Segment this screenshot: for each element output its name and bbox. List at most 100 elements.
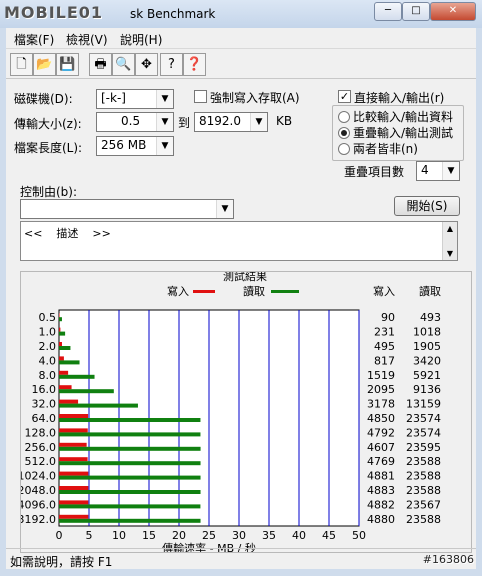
radio-neither-label: 兩者皆非(n) — [353, 142, 418, 156]
drive-value: [-k-] — [101, 91, 126, 105]
drive-label: 磁碟機(D): — [14, 92, 73, 106]
context-help-icon[interactable]: ❓ — [183, 53, 206, 76]
value-write: 4881 — [367, 470, 395, 483]
maximize-button[interactable]: □ — [402, 2, 430, 21]
watermark-id: #163806 — [422, 553, 474, 566]
scroll-up-icon[interactable]: ▲ — [443, 222, 457, 235]
value-write: 4607 — [367, 441, 395, 454]
description-scrollbar[interactable]: ▲ ▼ — [442, 222, 457, 260]
bar-write — [59, 385, 72, 390]
category-label: 256.0 — [25, 441, 57, 454]
benchmark-chart: 測試結果寫入 讀取 寫入 讀取0 5 10 15 20 25 30 35 40 45 50傳輸速率 - M… — [21, 272, 441, 552]
bar-read — [59, 403, 138, 408]
print-preview-icon[interactable]: 🔍 — [112, 53, 135, 76]
window-title: sk Benchmark — [130, 7, 216, 21]
radio-compare-io-label: 比較輸入/輸出資料 — [353, 110, 454, 124]
start-button[interactable]: 開始(S) — [394, 196, 460, 216]
save-icon[interactable]: 💾 — [56, 53, 79, 76]
bar-read — [59, 374, 95, 379]
description-text: << 描述 >> — [24, 227, 111, 240]
close-button[interactable]: ✕ — [430, 2, 476, 21]
force-write-label: 強制寫入存取(A) — [210, 91, 300, 105]
file-length-select[interactable]: 256 MB ▼ — [96, 136, 174, 156]
value-read: 9136 — [413, 383, 441, 396]
bar-write — [59, 356, 64, 361]
radio-compare-io[interactable] — [338, 111, 350, 123]
scroll-down-icon[interactable]: ▼ — [443, 247, 457, 260]
menu-file[interactable]: 檔案(F) — [14, 31, 54, 48]
queue-depth-label: 重疊項目數 — [344, 165, 405, 179]
legend-read-swatch — [271, 290, 299, 293]
x-tick-label: 15 — [142, 529, 156, 542]
controlled-by-select[interactable]: ▼ — [20, 199, 234, 219]
x-tick-label: 45 — [322, 529, 336, 542]
value-read: 23588 — [406, 455, 441, 468]
bar-read — [59, 504, 201, 509]
value-read: 23588 — [406, 470, 441, 483]
direct-io-checkbox[interactable]: ✓ — [338, 90, 351, 103]
x-tick-label: 30 — [232, 529, 246, 542]
bar-write — [59, 370, 69, 375]
x-tick-label: 40 — [292, 529, 306, 542]
radio-overlapped-io[interactable] — [338, 127, 350, 139]
column-header-write: 寫入 — [373, 284, 395, 298]
x-tick-label: 20 — [172, 529, 186, 542]
value-write: 4883 — [367, 484, 395, 497]
chevron-down-icon[interactable]: ▼ — [156, 113, 173, 131]
bar-read — [59, 461, 201, 466]
menu-bar: 檔案(F) 檢視(V) 說明(H) — [6, 28, 476, 49]
value-write: 4880 — [367, 513, 395, 526]
io-mode-group: 比較輸入/輸出資料 重疊輸入/輸出測試 兩者皆非(n) — [332, 105, 464, 161]
bar-write — [59, 313, 60, 318]
value-write: 4792 — [367, 426, 395, 439]
bar-read — [59, 418, 201, 422]
legend-write-swatch — [193, 290, 215, 293]
bar-write — [59, 327, 61, 332]
new-file-icon[interactable]: 🗋 — [10, 53, 33, 76]
category-label: 32.0 — [32, 398, 57, 411]
status-help-text: 如需說明，請按 F1 — [10, 555, 113, 569]
force-write-checkbox[interactable] — [194, 90, 207, 103]
chevron-down-icon[interactable]: ▼ — [442, 162, 459, 180]
x-tick-label: 0 — [56, 529, 63, 542]
category-label: 4096.0 — [21, 498, 56, 511]
chevron-down-icon[interactable]: ▼ — [156, 137, 173, 155]
menu-help[interactable]: 說明(H) — [120, 31, 162, 48]
minimize-button[interactable]: ─ — [374, 2, 402, 21]
app-window: MOBILE01 sk Benchmark ─ □ ✕ 檔案(F) 檢視(V) … — [0, 0, 482, 576]
drive-select[interactable]: [-k-] ▼ — [96, 89, 174, 109]
move-icon[interactable]: ✥ — [135, 53, 158, 76]
category-label: 2.0 — [39, 340, 57, 353]
x-tick-label: 50 — [352, 529, 366, 542]
transfer-max-value: 8192.0 — [199, 114, 241, 128]
value-write: 4769 — [367, 455, 395, 468]
queue-depth-select[interactable]: 4 ▼ — [416, 161, 460, 181]
category-label: 4.0 — [39, 354, 57, 367]
value-read: 23574 — [406, 412, 441, 425]
bar-read — [59, 446, 201, 451]
description-box[interactable]: << 描述 >> ▲ ▼ — [20, 221, 458, 261]
column-header-read: 讀取 — [419, 284, 441, 298]
value-read: 23574 — [406, 426, 441, 439]
chevron-down-icon[interactable]: ▼ — [156, 90, 173, 108]
transfer-min-select[interactable]: 0.5 ▼ — [96, 112, 174, 132]
bar-read — [59, 432, 201, 437]
chevron-down-icon[interactable]: ▼ — [216, 200, 233, 218]
open-folder-icon[interactable]: 📂 — [33, 53, 56, 76]
value-read: 23588 — [406, 513, 441, 526]
chevron-down-icon[interactable]: ▼ — [250, 113, 267, 131]
print-icon[interactable]: 🖶 — [89, 53, 112, 76]
help-icon[interactable]: ? — [160, 53, 183, 76]
legend-read-label: 讀取 — [243, 284, 265, 298]
category-label: 0.5 — [39, 311, 57, 324]
value-read: 23588 — [406, 484, 441, 497]
transfer-max-select[interactable]: 8192.0 ▼ — [194, 112, 268, 132]
category-label: 16.0 — [32, 383, 57, 396]
controlled-by-label: 控制由(b): — [20, 185, 78, 199]
x-tick-label: 10 — [112, 529, 126, 542]
category-label: 128.0 — [25, 426, 57, 439]
bar-write — [59, 428, 88, 433]
x-tick-label: 25 — [202, 529, 216, 542]
radio-neither[interactable] — [338, 143, 350, 155]
menu-view[interactable]: 檢視(V) — [66, 31, 108, 48]
